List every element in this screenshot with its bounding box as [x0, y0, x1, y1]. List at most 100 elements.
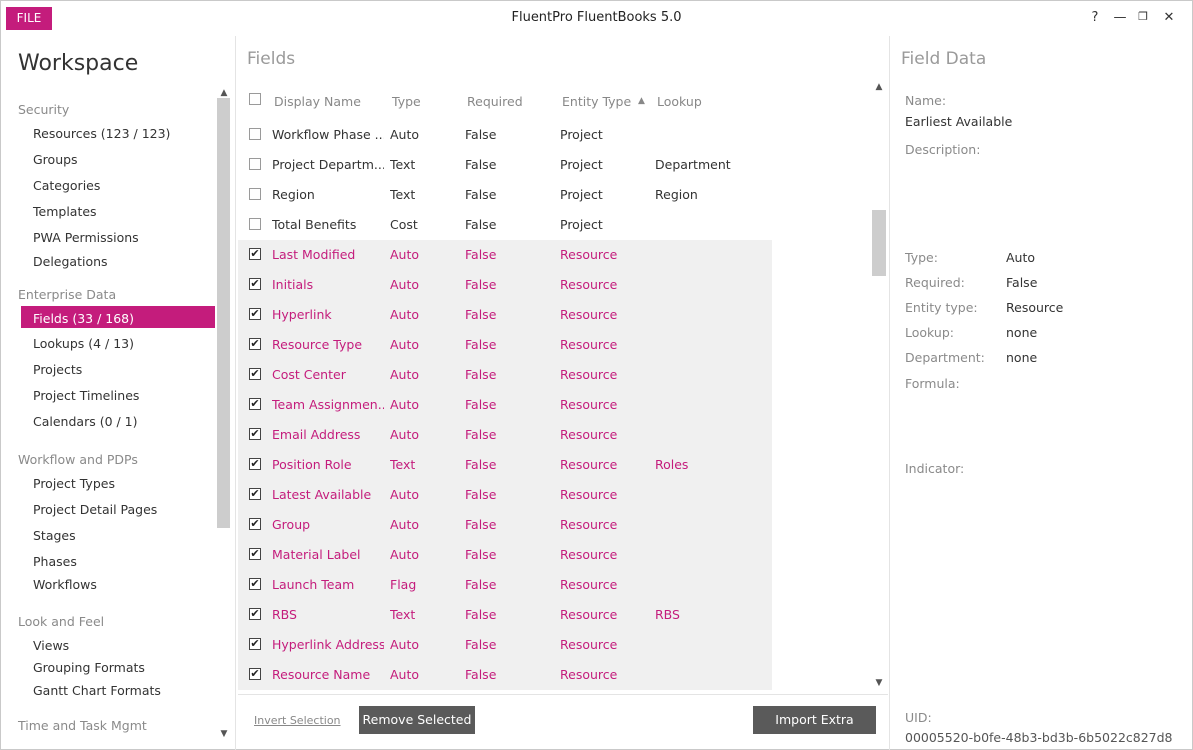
- field-name-cell: Region: [272, 187, 315, 202]
- restore-icon[interactable]: ❐: [1136, 10, 1150, 23]
- nav-group-time-task-mgmt: Time and Task Mgmt: [18, 718, 147, 733]
- table-row[interactable]: ✔ RBS Text False Resource RBS: [238, 600, 772, 630]
- row-checkbox[interactable]: ✔: [249, 458, 261, 470]
- field-type-cell: Text: [390, 607, 416, 622]
- table-row[interactable]: ✔ Resource Name Auto False Resource: [238, 660, 772, 690]
- table-row[interactable]: ✔ Initials Auto False Resource: [238, 270, 772, 300]
- row-checkbox[interactable]: ✔: [249, 278, 261, 290]
- fields-scroll-thumb[interactable]: [872, 210, 886, 276]
- table-row[interactable]: ✔ Hyperlink Address Auto False Resource: [238, 630, 772, 660]
- table-row[interactable]: ✔ Hyperlink Auto False Resource: [238, 300, 772, 330]
- sidebar-item-grouping-formats[interactable]: Grouping Formats: [33, 660, 145, 675]
- close-icon[interactable]: ✕: [1162, 10, 1176, 25]
- table-row[interactable]: ✔ Team Assignmen... Auto False Resource: [238, 390, 772, 420]
- field-entity-cell: Resource: [560, 337, 618, 352]
- sidebar-item-pwa-permissions[interactable]: PWA Permissions: [33, 230, 139, 245]
- scroll-up-icon[interactable]: ▲: [217, 88, 231, 98]
- table-row[interactable]: ✔ Cost Center Auto False Resource: [238, 360, 772, 390]
- table-row[interactable]: ✔ Email Address Auto False Resource: [238, 420, 772, 450]
- row-checkbox[interactable]: ✔: [249, 578, 261, 590]
- column-header-required[interactable]: Required: [467, 94, 523, 109]
- column-header-lookup[interactable]: Lookup: [657, 94, 702, 109]
- sidebar-scroll-thumb[interactable]: [217, 98, 230, 528]
- column-header-type[interactable]: Type: [392, 94, 421, 109]
- field-entity-cell: Resource: [560, 547, 618, 562]
- table-row[interactable]: ✔ Last Modified Auto False Resource: [238, 240, 772, 270]
- sidebar-item-projects[interactable]: Projects: [33, 362, 82, 377]
- field-required-cell: False: [465, 127, 497, 142]
- entity-type-value: Resource: [1006, 300, 1064, 315]
- workspace-sidebar: Workspace Security Resources (123 / 123)…: [0, 36, 236, 750]
- table-row[interactable]: ✔ Launch Team Flag False Resource: [238, 570, 772, 600]
- help-icon[interactable]: ?: [1088, 10, 1102, 25]
- field-required-cell: False: [465, 547, 497, 562]
- field-required-cell: False: [465, 217, 497, 232]
- fields-scrollbar[interactable]: ▲ ▼: [870, 80, 888, 694]
- table-row[interactable]: ✔ Group Auto False Resource: [238, 510, 772, 540]
- table-row[interactable]: Workflow Phase ... Auto False Project: [238, 120, 888, 150]
- table-row[interactable]: ✔ Material Label Auto False Resource: [238, 540, 772, 570]
- sidebar-item-stages[interactable]: Stages: [33, 528, 76, 543]
- sidebar-item-calendars[interactable]: Calendars (0 / 1): [33, 414, 138, 429]
- field-name-cell: Hyperlink Address: [272, 637, 384, 652]
- department-value: none: [1006, 350, 1038, 365]
- sidebar-item-fields[interactable]: Fields (33 / 168): [33, 311, 134, 326]
- column-header-entity-type[interactable]: Entity Type: [562, 94, 631, 109]
- field-name-cell: Launch Team: [272, 577, 355, 592]
- sidebar-scrollbar[interactable]: ▲ ▼: [216, 88, 232, 748]
- row-checkbox[interactable]: [249, 188, 261, 200]
- field-type-cell: Auto: [390, 367, 420, 382]
- minimize-icon[interactable]: —: [1113, 10, 1127, 25]
- sidebar-item-gantt-chart-formats[interactable]: Gantt Chart Formats: [33, 683, 161, 698]
- row-checkbox[interactable]: ✔: [249, 668, 261, 680]
- row-checkbox[interactable]: [249, 128, 261, 140]
- row-checkbox[interactable]: ✔: [249, 518, 261, 530]
- table-row[interactable]: Total Benefits Cost False Project: [238, 210, 888, 240]
- type-label: Type:: [905, 250, 938, 265]
- table-row[interactable]: Region Text False Project Region: [238, 180, 888, 210]
- row-checkbox[interactable]: ✔: [249, 398, 261, 410]
- scroll-down-icon[interactable]: ▼: [872, 678, 886, 688]
- row-checkbox[interactable]: ✔: [249, 548, 261, 560]
- field-lookup-cell: RBS: [655, 607, 680, 622]
- row-checkbox[interactable]: ✔: [249, 248, 261, 260]
- invert-selection-link[interactable]: Invert Selection: [254, 714, 341, 727]
- column-header-display-name[interactable]: Display Name: [274, 94, 361, 109]
- table-row[interactable]: Project Departm... Text False Project Depart…: [238, 150, 888, 180]
- sidebar-item-views[interactable]: Views: [33, 638, 69, 653]
- sidebar-item-groups[interactable]: Groups: [33, 152, 78, 167]
- name-value: Earliest Available: [905, 114, 1013, 129]
- fields-footer: Invert Selection Remove Selected Import …: [238, 694, 888, 750]
- row-checkbox[interactable]: ✔: [249, 308, 261, 320]
- sidebar-item-lookups[interactable]: Lookups (4 / 13): [33, 336, 134, 351]
- table-row[interactable]: ✔ Resource Type Auto False Resource: [238, 330, 772, 360]
- sidebar-item-delegations[interactable]: Delegations: [33, 254, 108, 269]
- row-checkbox[interactable]: ✔: [249, 428, 261, 440]
- scroll-up-icon[interactable]: ▲: [872, 82, 886, 92]
- import-extra-button[interactable]: Import Extra: [753, 706, 876, 734]
- scroll-down-icon[interactable]: ▼: [217, 729, 231, 739]
- row-checkbox[interactable]: [249, 158, 261, 170]
- row-checkbox[interactable]: ✔: [249, 608, 261, 620]
- row-checkbox[interactable]: ✔: [249, 638, 261, 650]
- sidebar-item-categories[interactable]: Categories: [33, 178, 100, 193]
- row-checkbox[interactable]: ✔: [249, 368, 261, 380]
- row-checkbox[interactable]: ✔: [249, 338, 261, 350]
- field-name-cell: Latest Available: [272, 487, 372, 502]
- sidebar-item-project-timelines[interactable]: Project Timelines: [33, 388, 139, 403]
- field-type-cell: Auto: [390, 127, 420, 142]
- remove-selected-button[interactable]: Remove Selected: [359, 706, 475, 734]
- sidebar-item-workflows[interactable]: Workflows: [33, 577, 97, 592]
- sidebar-item-templates[interactable]: Templates: [33, 204, 97, 219]
- select-all-checkbox[interactable]: [249, 93, 261, 105]
- field-name-cell: Workflow Phase ...: [272, 127, 384, 142]
- row-checkbox[interactable]: [249, 218, 261, 230]
- field-required-cell: False: [465, 577, 497, 592]
- sidebar-item-project-types[interactable]: Project Types: [33, 476, 115, 491]
- sidebar-item-resources[interactable]: Resources (123 / 123): [33, 126, 170, 141]
- sidebar-item-project-detail-pages[interactable]: Project Detail Pages: [33, 502, 157, 517]
- table-row[interactable]: ✔ Position Role Text False Resource Roles: [238, 450, 772, 480]
- row-checkbox[interactable]: ✔: [249, 488, 261, 500]
- sidebar-item-phases[interactable]: Phases: [33, 554, 77, 569]
- table-row[interactable]: ✔ Latest Available Auto False Resource: [238, 480, 772, 510]
